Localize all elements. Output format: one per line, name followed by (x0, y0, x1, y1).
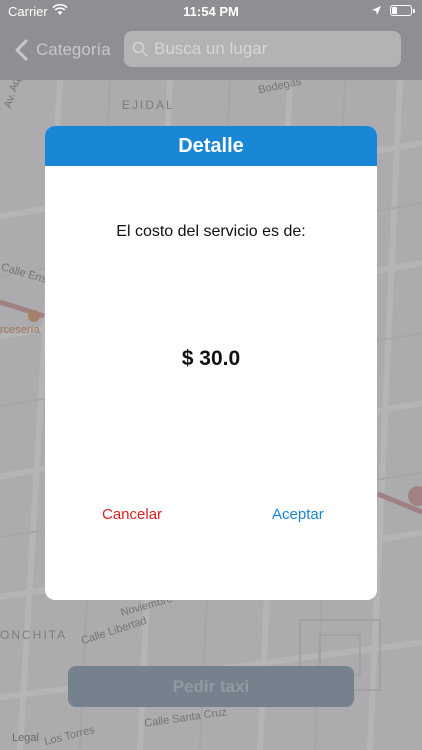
search-icon (132, 41, 148, 57)
navigation-bar: Categoría (0, 22, 422, 80)
service-cost-amount: $ 30.0 (181, 347, 241, 370)
battery-icon (390, 5, 415, 16)
location-arrow-icon (371, 4, 382, 19)
back-button-label: Categoría (36, 40, 111, 59)
status-bar: Carrier 11:54 PM (0, 0, 422, 22)
accept-button[interactable]: Aceptar (272, 506, 324, 523)
cost-detail-dialog: Detalle El costo del servicio es de: $ 3… (45, 126, 377, 600)
search-input[interactable] (154, 39, 394, 59)
cancel-button[interactable]: Cancelar (102, 506, 162, 523)
back-button[interactable]: Categoría (12, 36, 111, 64)
search-bar[interactable] (124, 31, 401, 67)
dialog-message: El costo del servicio es de: (116, 223, 306, 240)
chevron-left-icon (15, 39, 28, 61)
dialog-title: Detalle (45, 126, 377, 166)
clock-label: 11:54 PM (183, 4, 239, 19)
